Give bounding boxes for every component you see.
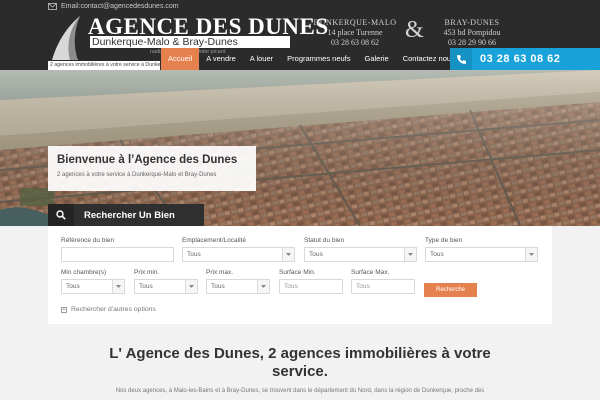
- header-phone[interactable]: 03 28 63 08 62: [450, 48, 600, 70]
- nav-item-galerie[interactable]: Galerie: [358, 48, 396, 70]
- email-bar[interactable]: Email:contact@agencedesdunes.com: [48, 3, 179, 10]
- office-bray-dunes: BRAY-DUNES 453 bd Pompidou 03 28 29 90 6…: [424, 18, 520, 48]
- location-select[interactable]: Tous: [182, 247, 295, 262]
- slogan: 2 agences immobilières à votre service à…: [48, 61, 160, 70]
- search-submit-button[interactable]: Recherche: [424, 283, 477, 297]
- intro-title: L' Agence des Dunes, 2 agences immobiliè…: [109, 345, 491, 380]
- status-label: Statut du bien: [304, 237, 345, 244]
- office-address: 453 bd Pompidou: [443, 28, 501, 37]
- intro-text: Nos deux agences, à Malo-les-Bains et à …: [115, 388, 485, 394]
- nav-item-programmes-neufs[interactable]: Programmes neufs: [280, 48, 357, 70]
- office-address: 14 place Turenne: [327, 28, 383, 37]
- welcome-subtitle: 2 agences à votre service à Dunkerque-Ma…: [57, 172, 217, 178]
- welcome-title: Bienvenue à l’Agence des Dunes: [57, 154, 238, 166]
- plus-icon: +: [61, 306, 67, 313]
- type-label: Type de bien: [425, 237, 463, 244]
- type-select[interactable]: Tous: [425, 247, 538, 262]
- min-area-input[interactable]: Tous: [279, 279, 343, 294]
- max-price-field: Prix max. Tous: [206, 269, 270, 294]
- office-dunkerque: DUNKERQUE-MALO 14 place Turenne 03 28 63…: [300, 18, 410, 48]
- type-value: Tous: [430, 251, 444, 258]
- header-phone-number[interactable]: 03 28 63 08 62: [472, 53, 560, 65]
- min-area-field: Surface Min. Tous: [279, 269, 343, 294]
- max-area-label: Surface Max.: [351, 269, 390, 276]
- min-area-label: Surface Min.: [279, 269, 316, 276]
- min-price-select[interactable]: Tous: [134, 279, 198, 294]
- chevron-down-icon: [185, 280, 197, 293]
- min-price-value: Tous: [139, 283, 153, 290]
- nav-item-a-vendre[interactable]: A vendre: [199, 48, 243, 70]
- max-area-field: Surface Max. Tous: [351, 269, 415, 294]
- welcome-box: Bienvenue à l’Agence des Dunes 2 agences…: [48, 146, 256, 191]
- status-value: Tous: [309, 251, 323, 258]
- type-field: Type de bien Tous: [425, 237, 538, 262]
- chevron-down-icon: [257, 280, 269, 293]
- ampersand: &: [405, 17, 424, 43]
- min-rooms-value: Tous: [66, 283, 80, 290]
- min-price-label: Prix min.: [134, 269, 160, 276]
- office-phone: 03 28 29 90 66: [448, 38, 496, 47]
- more-options-label: Rechercher d'autres options: [71, 306, 156, 313]
- office-name: BRAY-DUNES: [444, 18, 500, 27]
- office-phone: 03 28 63 08 62: [331, 38, 379, 47]
- search-icon: [48, 204, 74, 226]
- status-field: Statut du bien Tous: [304, 237, 417, 262]
- main-nav: Accueil A vendre A louer Programmes neuf…: [161, 48, 462, 70]
- max-price-label: Prix max.: [206, 269, 234, 276]
- reference-label: Référence du bien: [61, 237, 115, 244]
- email-text[interactable]: Email:contact@agencedesdunes.com: [61, 3, 179, 10]
- location-value: Tous: [187, 251, 201, 258]
- status-select[interactable]: Tous: [304, 247, 417, 262]
- reference-input[interactable]: [61, 247, 174, 262]
- chevron-down-icon: [112, 280, 124, 293]
- office-name: DUNKERQUE-MALO: [313, 18, 397, 27]
- chevron-down-icon: [282, 248, 294, 261]
- nav-item-a-louer[interactable]: A louer: [243, 48, 280, 70]
- nav-item-accueil[interactable]: Accueil: [161, 48, 200, 70]
- max-area-input[interactable]: Tous: [351, 279, 415, 294]
- max-price-select[interactable]: Tous: [206, 279, 270, 294]
- property-search-form: Référence du bien Emplacement/Localité T…: [48, 226, 552, 324]
- min-price-field: Prix min. Tous: [134, 269, 198, 294]
- location-label: Emplacement/Localité: [182, 237, 246, 244]
- min-rooms-select[interactable]: Tous: [61, 279, 125, 294]
- search-tab-label: Rechercher Un Bien: [84, 209, 175, 221]
- location-field: Emplacement/Localité Tous: [182, 237, 295, 262]
- search-tab[interactable]: Rechercher Un Bien: [48, 204, 204, 226]
- sail-logo-icon[interactable]: [50, 14, 84, 62]
- reference-field: Référence du bien: [61, 237, 174, 262]
- more-options-link[interactable]: + Rechercher d'autres options: [61, 306, 156, 313]
- site-header: Email:contact@agencedesdunes.com AGENCE …: [0, 0, 600, 70]
- min-rooms-label: Min chambre(s): [61, 269, 107, 276]
- chevron-down-icon: [404, 248, 416, 261]
- phone-icon: [450, 48, 472, 70]
- envelope-icon: [48, 3, 57, 10]
- logo-subtitle: Dunkerque-Malo & Bray-Dunes: [90, 36, 290, 48]
- min-rooms-field: Min chambre(s) Tous: [61, 269, 125, 294]
- chevron-down-icon: [525, 248, 537, 261]
- max-price-value: Tous: [211, 283, 225, 290]
